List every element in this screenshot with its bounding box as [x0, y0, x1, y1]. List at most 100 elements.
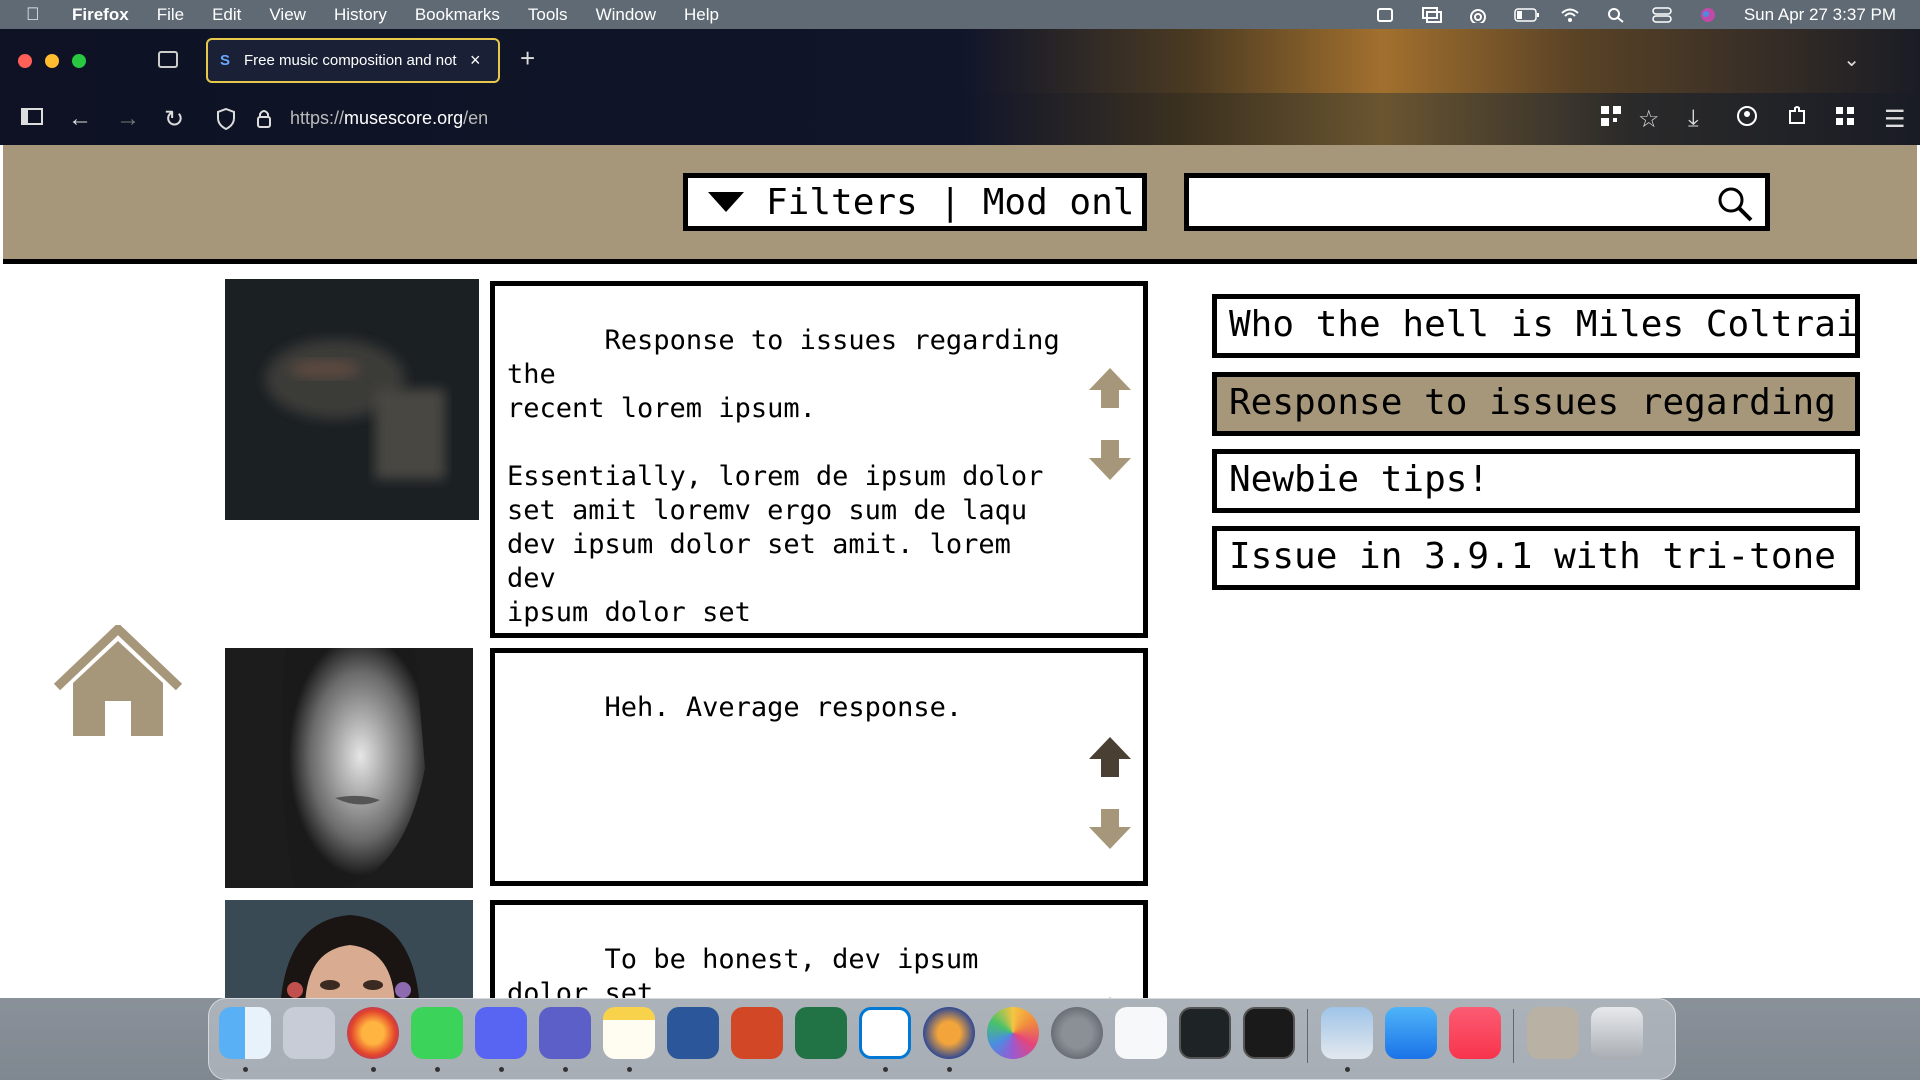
- caret-down-icon: [708, 192, 744, 212]
- thread-link-newbie-tips[interactable]: Newbie tips!: [1212, 449, 1860, 513]
- photos-icon[interactable]: [987, 1007, 1039, 1059]
- maximize-window-button[interactable]: [72, 54, 86, 68]
- tracking-protection-shield-icon[interactable]: [216, 107, 236, 136]
- airdrop-icon[interactable]: [1468, 7, 1488, 25]
- tab-bar: S Free music composition and not × + ⌄: [0, 29, 1920, 93]
- bookmark-star-icon[interactable]: ☆: [1638, 105, 1660, 134]
- post-image-blurred-figure[interactable]: [225, 279, 479, 520]
- launchpad-icon[interactable]: [283, 1007, 335, 1059]
- downloads-stack-icon[interactable]: [1527, 1007, 1579, 1059]
- search-box: [1184, 173, 1770, 231]
- menu-file[interactable]: File: [157, 5, 184, 25]
- freeform-icon[interactable]: [1115, 1007, 1167, 1059]
- forward-arrow-icon[interactable]: →: [116, 105, 140, 133]
- sidebar-toggle-icon[interactable]: [20, 105, 44, 133]
- music-icon[interactable]: [1449, 1007, 1501, 1059]
- home-icon[interactable]: [53, 622, 183, 746]
- menu-tools[interactable]: Tools: [528, 5, 568, 25]
- search-icon[interactable]: [1715, 184, 1755, 229]
- downvote-arrow-icon[interactable]: [957, 404, 1133, 525]
- notes-icon[interactable]: [603, 1007, 655, 1059]
- url-prefix: https://: [290, 108, 345, 128]
- downloads-icon[interactable]: ⤓: [1688, 105, 1699, 133]
- discord-icon[interactable]: [475, 1007, 527, 1059]
- system-settings-icon[interactable]: [1051, 1007, 1103, 1059]
- thread-label: Who the hell is Miles Coltrai: [1229, 304, 1858, 345]
- teams-icon[interactable]: [539, 1007, 591, 1059]
- menu-datetime[interactable]: Sun Apr 27 3:37 PM: [1744, 5, 1896, 25]
- thread-link-tri-tone-issue[interactable]: Issue in 3.9.1 with tri-tone: [1212, 526, 1860, 590]
- preview-icon[interactable]: [1321, 1007, 1373, 1059]
- qr-code-icon[interactable]: [1600, 105, 1622, 134]
- powerpoint-icon[interactable]: [731, 1007, 783, 1059]
- upvote-arrow-icon[interactable]: [957, 961, 1133, 998]
- browser-window: S Free music composition and not × + ⌄ ←…: [0, 29, 1920, 998]
- menu-window[interactable]: Window: [596, 5, 656, 25]
- running-indicator: [627, 1067, 632, 1072]
- filters-label: Filters | Mod onl: [766, 181, 1135, 223]
- control-center-icon[interactable]: [1652, 6, 1672, 23]
- post-image-sculpture-face[interactable]: [225, 648, 473, 888]
- thread-link-response-issues[interactable]: Response to issues regarding: [1212, 372, 1860, 436]
- screen-mirroring-icon[interactable]: [1421, 6, 1442, 23]
- messages-icon[interactable]: [411, 1007, 463, 1059]
- activity-monitor-icon[interactable]: [1179, 1007, 1231, 1059]
- post-card: Heh. Average response.: [490, 648, 1148, 886]
- excel-icon[interactable]: [795, 1007, 847, 1059]
- battery-icon[interactable]: [1514, 7, 1539, 23]
- terminal-icon[interactable]: [1243, 1007, 1295, 1059]
- site-header: Filters | Mod onl: [3, 145, 1917, 264]
- menu-app-name[interactable]: Firefox: [72, 5, 129, 25]
- minimize-window-button[interactable]: [45, 54, 59, 68]
- menu-help[interactable]: Help: [684, 5, 719, 25]
- thread-label: Newbie tips!: [1229, 459, 1490, 500]
- url-bar[interactable]: https://musescore.org/en: [290, 108, 488, 129]
- tab-musescore[interactable]: S Free music composition and not ×: [206, 38, 500, 83]
- tab-overview-icon[interactable]: [158, 51, 178, 68]
- menu-bookmarks[interactable]: Bookmarks: [415, 5, 500, 25]
- apple-menu-icon[interactable]: : [26, 4, 54, 25]
- search-input[interactable]: [1197, 184, 1701, 222]
- extensions-icon[interactable]: [1786, 105, 1808, 134]
- audacity-icon[interactable]: [923, 1007, 975, 1059]
- list-all-tabs-icon[interactable]: ⌄: [1843, 47, 1860, 72]
- vscode-icon[interactable]: [859, 1007, 911, 1059]
- word-icon[interactable]: [667, 1007, 719, 1059]
- page-content: Filters | Mod onl Response to issues reg…: [3, 145, 1917, 998]
- post-text: To be honest, dev ipsum dolor set amit l…: [507, 944, 979, 998]
- new-tab-button[interactable]: +: [520, 43, 535, 74]
- firefox-icon[interactable]: [347, 1007, 399, 1059]
- apps-grid-icon[interactable]: [1834, 105, 1856, 134]
- menu-history[interactable]: History: [334, 5, 387, 25]
- account-icon[interactable]: [1736, 105, 1758, 134]
- menu-view[interactable]: View: [269, 5, 306, 25]
- lock-icon[interactable]: [256, 108, 272, 133]
- thread-link-miles-coltrai[interactable]: Who the hell is Miles Coltrai: [1212, 294, 1860, 358]
- trash-icon[interactable]: [1591, 1007, 1643, 1059]
- running-indicator: [947, 1067, 952, 1072]
- running-indicator: [563, 1067, 568, 1072]
- wifi-icon[interactable]: [1560, 7, 1580, 23]
- dock-separator: [1307, 1009, 1308, 1063]
- thread-label: Response to issues regarding: [1229, 382, 1836, 423]
- mail-icon[interactable]: [1385, 1007, 1437, 1059]
- reload-icon[interactable]: ↻: [164, 105, 184, 134]
- spotlight-search-icon[interactable]: [1606, 7, 1626, 23]
- hamburger-menu-icon[interactable]: ☰: [1884, 105, 1906, 134]
- teams-status-icon[interactable]: [1376, 7, 1396, 23]
- siri-icon[interactable]: [1698, 7, 1718, 23]
- menu-edit[interactable]: Edit: [212, 5, 241, 25]
- running-indicator: [371, 1067, 376, 1072]
- running-indicator: [883, 1067, 888, 1072]
- url-domain: musescore.org: [344, 108, 464, 128]
- filters-dropdown[interactable]: Filters | Mod onl: [683, 173, 1147, 231]
- musescore-favicon-icon: S: [220, 52, 231, 69]
- close-window-button[interactable]: [18, 54, 32, 68]
- back-arrow-icon[interactable]: ←: [68, 105, 92, 133]
- downvote-arrow-icon[interactable]: [957, 773, 1133, 881]
- finder-icon[interactable]: [219, 1007, 271, 1059]
- post-image-portrait-woman[interactable]: [225, 900, 473, 998]
- close-tab-icon[interactable]: ×: [470, 50, 481, 71]
- dock: [208, 998, 1676, 1080]
- dock-separator: [1513, 1009, 1514, 1063]
